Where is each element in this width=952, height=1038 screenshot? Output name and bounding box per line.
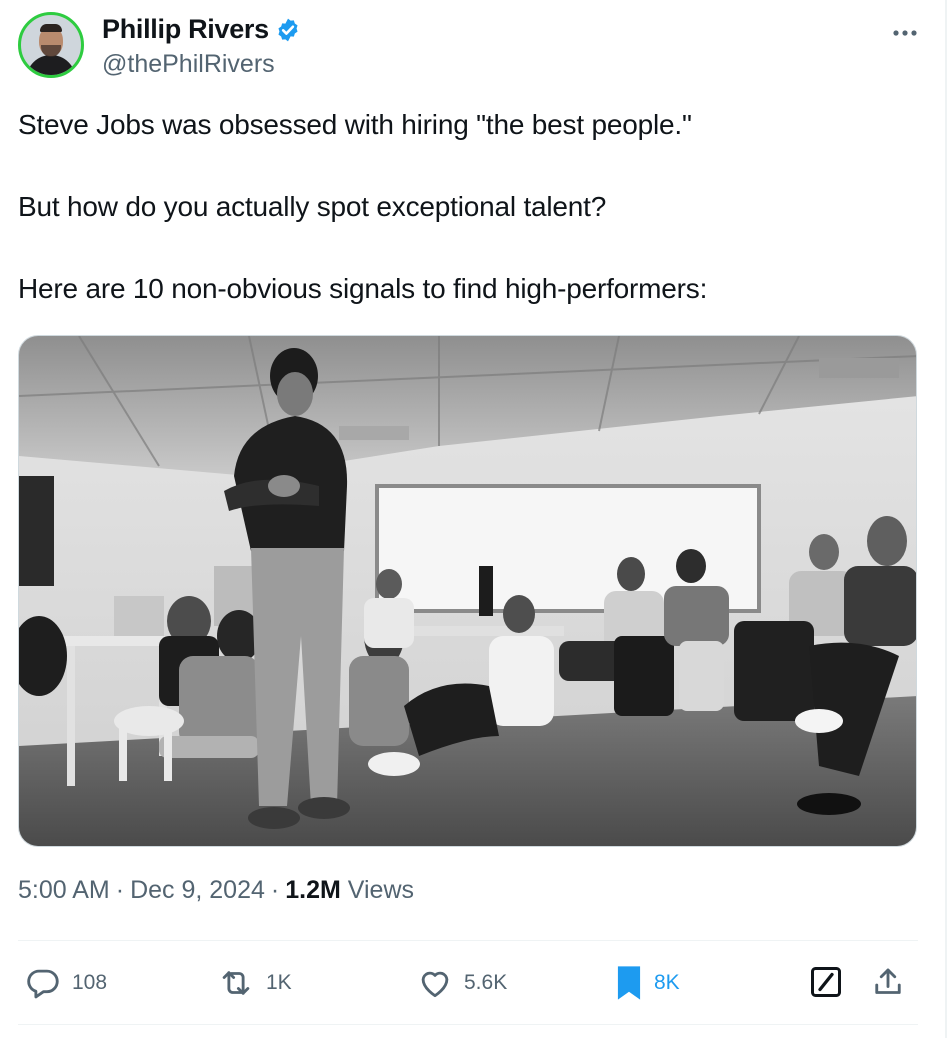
like-count: 5.6K bbox=[464, 971, 508, 994]
verified-badge-icon bbox=[278, 18, 298, 41]
meta-separator: · bbox=[270, 876, 280, 904]
action-bar: 108 1K 5.6K 8K bbox=[18, 950, 918, 1020]
share-button[interactable] bbox=[870, 964, 906, 1000]
meta-separator: · bbox=[115, 876, 125, 904]
reply-button[interactable]: 108 bbox=[24, 964, 107, 1002]
divider bbox=[18, 940, 918, 941]
reply-count: 108 bbox=[72, 971, 108, 994]
avatar[interactable] bbox=[18, 12, 84, 78]
repost-icon bbox=[222, 971, 250, 995]
author-handle[interactable]: @thePhilRivers bbox=[102, 50, 275, 79]
bookmark-button[interactable]: 8K bbox=[614, 964, 680, 1002]
tweet-time[interactable]: 5:00 AM bbox=[18, 876, 110, 905]
more-icon[interactable] bbox=[892, 18, 918, 38]
divider bbox=[18, 1024, 918, 1025]
grok-icon bbox=[811, 967, 841, 997]
grok-button[interactable] bbox=[808, 964, 844, 1000]
tweet-paragraph: Steve Jobs was obsessed with hiring "the… bbox=[18, 109, 692, 140]
repost-button[interactable]: 1K bbox=[216, 964, 292, 1002]
repost-count: 1K bbox=[266, 971, 292, 994]
bookmark-count: 8K bbox=[654, 971, 680, 994]
tweet-text: Steve Jobs was obsessed with hiring "the… bbox=[18, 104, 918, 309]
reply-icon bbox=[27, 969, 59, 999]
tweet-metadata: 5:00 AM · Dec 9, 2024 · 1.2M Views bbox=[18, 876, 414, 905]
right-border bbox=[945, 0, 947, 1038]
photo-illustration bbox=[19, 336, 916, 846]
heart-icon bbox=[421, 971, 449, 998]
tweet-date[interactable]: Dec 9, 2024 bbox=[130, 876, 265, 905]
views-label: Views bbox=[347, 876, 415, 904]
tweet-header: Phillip Rivers @thePhilRivers bbox=[18, 12, 918, 82]
views-count: 1.2M bbox=[285, 876, 341, 904]
author-name-row[interactable]: Phillip Rivers bbox=[102, 14, 301, 45]
tweet-photo[interactable] bbox=[18, 335, 917, 847]
views-count-group[interactable]: 1.2M Views bbox=[285, 876, 414, 905]
tweet-paragraph: Here are 10 non-obvious signals to find … bbox=[18, 273, 708, 304]
author-name[interactable]: Phillip Rivers bbox=[102, 14, 269, 45]
like-button[interactable]: 5.6K bbox=[416, 964, 507, 1002]
share-icon bbox=[875, 968, 901, 994]
tweet-paragraph: But how do you actually spot exceptional… bbox=[18, 191, 607, 222]
bookmark-icon bbox=[617, 966, 641, 1000]
